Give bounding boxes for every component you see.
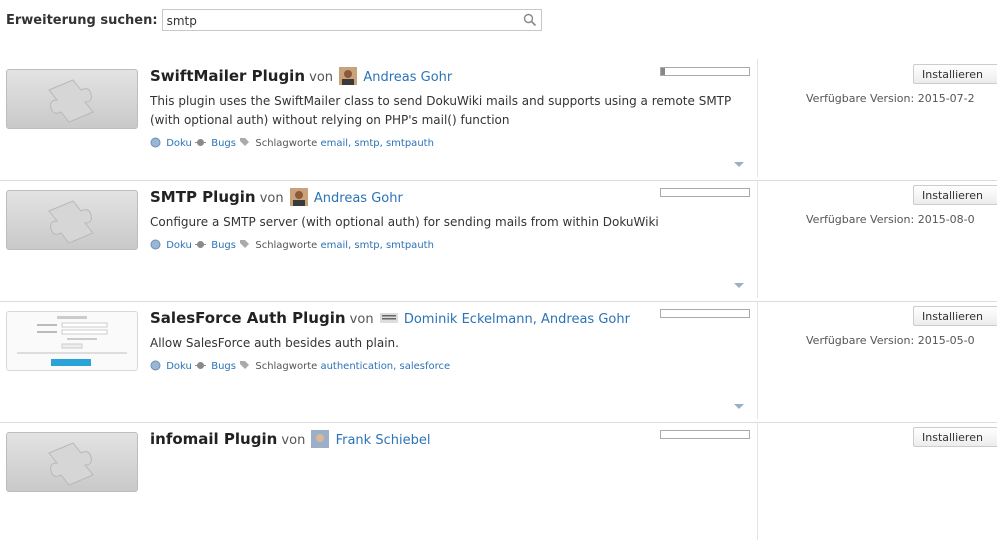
search-icon[interactable] [523, 13, 537, 27]
avatar-icon [379, 313, 398, 323]
tags-links[interactable]: email, smtp, smtpauth [320, 240, 433, 251]
plugin-title[interactable]: SMTP Plugin [150, 188, 256, 206]
avatar-icon [311, 430, 330, 448]
bug-icon [195, 241, 207, 248]
by-label: von [349, 312, 374, 327]
author-link[interactable]: Frank Schiebel [336, 433, 431, 448]
doku-link[interactable]: Doku [166, 361, 192, 372]
popularity-fill [661, 68, 666, 75]
tag-icon [240, 361, 250, 369]
puzzle-icon [48, 200, 94, 244]
plugin-meta: Doku Bugs Schlagworte email, smtp, smtpa… [150, 239, 750, 251]
plugin-item: SwiftMailer Plugin von Andreas Gohr This… [0, 59, 997, 181]
popularity-bar [660, 67, 750, 76]
chevron-down-icon[interactable] [734, 162, 744, 167]
plugin-meta: Doku Bugs Schlagworte email, smtp, smtpa… [150, 137, 750, 149]
bugs-link[interactable]: Bugs [211, 138, 236, 149]
divider [757, 180, 758, 298]
puzzle-icon [48, 442, 94, 486]
by-label: von [281, 433, 306, 448]
tag-icon [240, 240, 250, 248]
puzzle-icon [48, 79, 94, 123]
install-button[interactable]: Installieren [913, 427, 997, 447]
chevron-down-icon[interactable] [734, 283, 744, 288]
globe-icon [150, 239, 161, 250]
plugin-content: SMTP Plugin von Andreas Gohr Configure a… [150, 188, 750, 251]
plugin-item: SMTP Plugin von Andreas Gohr Configure a… [0, 180, 997, 302]
globe-icon [150, 137, 161, 148]
install-button[interactable]: Installieren [913, 64, 997, 84]
plugin-content: SalesForce Auth Plugin von Dominik Eckel… [150, 309, 750, 372]
bugs-link[interactable]: Bugs [211, 361, 236, 372]
plugin-title[interactable]: SalesForce Auth Plugin [150, 309, 346, 327]
puzzle-thumbnail [6, 69, 138, 129]
tags-label: Schlagworte [255, 361, 318, 372]
search-input[interactable] [162, 11, 511, 31]
popularity-bar [660, 309, 750, 318]
search-bar: Erweiterung suchen: [6, 9, 542, 31]
bug-icon [195, 139, 207, 146]
login-screenshot-icon [17, 316, 127, 366]
author-link[interactable]: Dominik Eckelmann, Andreas Gohr [404, 312, 630, 327]
puzzle-thumbnail [6, 432, 138, 492]
by-label: von [259, 191, 284, 206]
avatar-icon [289, 188, 308, 206]
plugin-description: Allow SalesForce auth besides auth plain… [150, 336, 399, 350]
chevron-down-icon[interactable] [734, 404, 744, 409]
divider [757, 422, 758, 540]
author-link[interactable]: Andreas Gohr [363, 70, 452, 85]
globe-icon [150, 360, 161, 371]
author-link[interactable]: Andreas Gohr [314, 191, 403, 206]
doku-link[interactable]: Doku [166, 240, 192, 251]
search-label: Erweiterung suchen: [6, 12, 158, 28]
plugin-item: SalesForce Auth Plugin von Dominik Eckel… [0, 301, 997, 423]
popularity-bar [660, 430, 750, 439]
divider [757, 301, 758, 419]
plugin-description: Configure a SMTP server (with optional a… [150, 215, 659, 229]
popularity-bar [660, 188, 750, 197]
install-button[interactable]: Installieren [913, 185, 997, 205]
tags-label: Schlagworte [255, 138, 318, 149]
bug-icon [195, 362, 207, 369]
available-version: Verfügbare Version: 2015-07-2 [806, 92, 975, 105]
install-button[interactable]: Installieren [913, 306, 997, 326]
tags-links[interactable]: email, smtp, smtpauth [320, 138, 433, 149]
by-label: von [309, 70, 334, 85]
plugin-content: SwiftMailer Plugin von Andreas Gohr This… [150, 67, 750, 149]
login-form-thumbnail [6, 311, 138, 371]
search-box[interactable] [161, 9, 542, 31]
plugin-description: This plugin uses the SwiftMailer class t… [150, 94, 732, 127]
avatar-icon [339, 67, 358, 85]
plugin-title[interactable]: SwiftMailer Plugin [150, 67, 305, 85]
doku-link[interactable]: Doku [166, 138, 192, 149]
available-version: Verfügbare Version: 2015-08-0 [806, 213, 975, 226]
plugin-title[interactable]: infomail Plugin [150, 430, 277, 448]
puzzle-thumbnail [6, 190, 138, 250]
bugs-link[interactable]: Bugs [211, 240, 236, 251]
tag-icon [240, 138, 250, 146]
tags-label: Schlagworte [255, 240, 318, 251]
plugin-meta: Doku Bugs Schlagworte authentication, sa… [150, 360, 750, 372]
plugin-item: infomail Plugin von Frank Schiebel Insta… [0, 422, 997, 543]
tags-links[interactable]: authentication, salesforce [320, 361, 450, 372]
available-version: Verfügbare Version: 2015-05-0 [806, 334, 975, 347]
divider [757, 59, 758, 177]
